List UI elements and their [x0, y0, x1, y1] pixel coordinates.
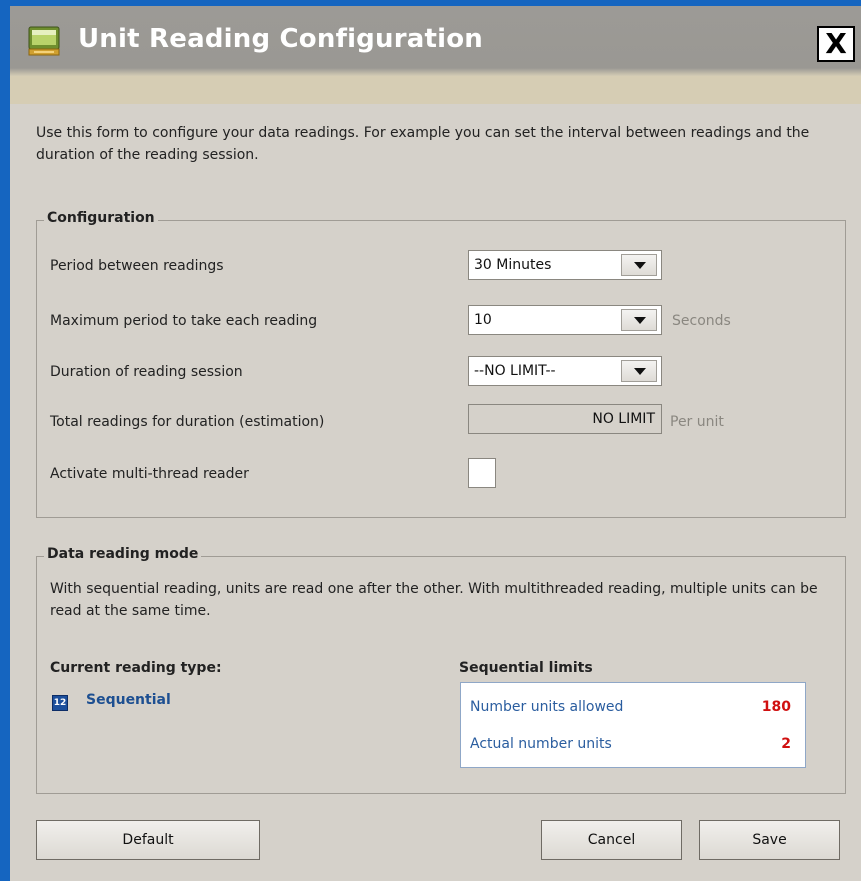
chevron-down-icon[interactable]: [621, 309, 657, 331]
limits-heading: Sequential limits: [459, 660, 593, 676]
intro-text: Use this form to configure your data rea…: [36, 125, 810, 163]
default-button[interactable]: Default: [36, 820, 260, 860]
app-icon: [28, 26, 60, 56]
multithread-label: Activate multi-thread reader: [50, 466, 249, 482]
total-readings-unit: Per unit: [670, 414, 724, 430]
save-button[interactable]: Save: [699, 820, 840, 860]
duration-label: Duration of reading session: [50, 364, 243, 380]
current-type-value[interactable]: Sequential: [86, 692, 171, 708]
mode-description: With sequential reading, units are read …: [50, 581, 818, 619]
current-type-heading: Current reading type:: [50, 660, 222, 676]
limit-value: 180: [761, 699, 791, 715]
period-label: Period between readings: [50, 258, 224, 274]
max-period-label: Maximum period to take each reading: [50, 313, 318, 329]
limits-panel: Number units allowed 180 Actual number u…: [460, 682, 806, 768]
dialog-window: Unit Reading Configuration X Use this fo…: [10, 6, 861, 881]
period-select-value: 30 Minutes: [474, 257, 552, 273]
window-title: Unit Reading Configuration: [78, 24, 483, 54]
max-period-select-value: 10: [474, 312, 492, 328]
total-readings-field: NO LIMIT: [468, 404, 662, 434]
close-button[interactable]: X: [817, 26, 855, 62]
title-bar[interactable]: Unit Reading Configuration X: [10, 6, 861, 76]
max-period-select[interactable]: 10: [468, 305, 662, 335]
limit-value: 2: [781, 736, 791, 752]
total-readings-label: Total readings for duration (estimation): [50, 414, 325, 430]
limit-label: Number units allowed: [470, 699, 624, 715]
configuration-legend: Configuration: [44, 210, 158, 226]
sequential-icon: 12: [52, 695, 68, 711]
duration-select[interactable]: --NO LIMIT--: [468, 356, 662, 386]
chevron-down-icon[interactable]: [621, 254, 657, 276]
chevron-down-icon[interactable]: [621, 360, 657, 382]
period-select[interactable]: 30 Minutes: [468, 250, 662, 280]
total-readings-value: NO LIMIT: [592, 411, 655, 427]
limit-label: Actual number units: [470, 736, 612, 752]
multithread-checkbox[interactable]: [468, 458, 496, 488]
data-reading-mode-legend: Data reading mode: [44, 546, 202, 562]
duration-select-value: --NO LIMIT--: [474, 363, 556, 379]
max-period-unit: Seconds: [672, 313, 731, 329]
cancel-button[interactable]: Cancel: [541, 820, 682, 860]
